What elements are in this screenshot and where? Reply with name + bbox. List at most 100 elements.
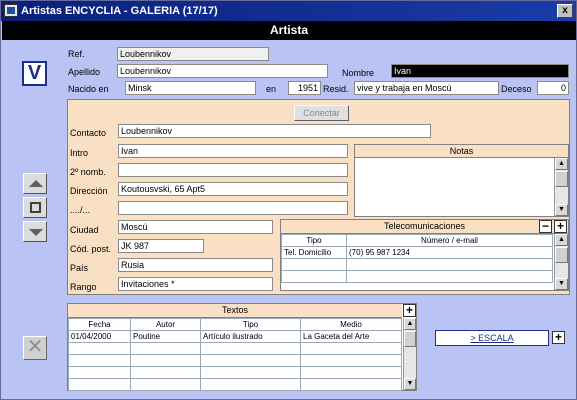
square-icon[interactable] [23, 197, 47, 218]
ciudad-label: Ciudad [70, 225, 99, 235]
close-icon[interactable]: x [557, 4, 573, 18]
telecom-col-numero: Número / e-mail [346, 234, 553, 247]
conectar-button[interactable]: Conectar [294, 105, 349, 121]
textos-col-tipo: Tipo [200, 318, 301, 331]
nomb2-field[interactable] [118, 163, 348, 177]
ciudad-field[interactable]: Moscú [118, 220, 273, 234]
resid-field[interactable]: vive y trabaja en Moscú [354, 81, 499, 95]
v-icon[interactable]: V [22, 61, 47, 86]
scroll-thumb[interactable] [555, 247, 568, 263]
scroll-down-icon[interactable]: ▼ [555, 278, 568, 290]
escala-link[interactable]: > ESCALA [435, 330, 549, 346]
intro-field[interactable]: Ivan [118, 144, 348, 158]
telecom-cell [346, 270, 553, 283]
app-icon [4, 4, 18, 17]
notas-box: Notas ▲ ▼ [354, 144, 569, 217]
page-title: Artista [2, 21, 576, 40]
en-label: en [266, 84, 277, 94]
textos-cell [68, 354, 131, 367]
arrow-up-icon[interactable] [23, 173, 47, 194]
ref-field[interactable]: Loubennikov [117, 47, 269, 61]
pais-field[interactable]: Rusia [118, 258, 273, 272]
textos-cell [300, 378, 402, 391]
scroll-up-icon[interactable]: ▲ [555, 158, 568, 170]
textos-cell: 01/04/2000 [68, 330, 131, 343]
deceso-field[interactable]: 0 [537, 81, 569, 95]
textos-table: Fecha Autor Tipo Medio 01/04/2000 Poutin… [68, 318, 402, 391]
resid-label: Resid. [323, 84, 349, 94]
notas-title: Notas [355, 145, 568, 158]
table-row[interactable] [68, 378, 402, 391]
square-glyph [30, 202, 41, 213]
textos-cell [200, 378, 301, 391]
codpost-field[interactable]: JK 987 [118, 239, 204, 253]
textos-cell [68, 366, 131, 379]
telecom-cell: Tel. Domicilio [281, 246, 347, 259]
table-row[interactable]: 01/04/2000 Poutine Artículo ilustrado La… [68, 330, 402, 343]
textos-col-medio: Medio [300, 318, 402, 331]
scroll-up-icon[interactable]: ▲ [404, 318, 416, 330]
textos-cell: La Gaceta del Arte [300, 330, 402, 343]
textos-cell [200, 342, 301, 355]
telecom-title: Telecomunicaciones [281, 220, 568, 234]
table-row[interactable] [68, 342, 402, 355]
notas-scrollbar[interactable]: ▲ ▼ [554, 158, 568, 216]
nombre-field[interactable]: Ivan [391, 64, 569, 78]
year-field[interactable]: 1951 [288, 81, 321, 95]
arrow-down-icon[interactable] [23, 221, 47, 242]
rango-label: Rango [70, 282, 97, 292]
apellido-field[interactable]: Loubennikov [117, 64, 328, 78]
textos-cell: Poutine [130, 330, 201, 343]
title-bar: Artistas ENCYCLIA - GALERIA (17/17) x [1, 1, 576, 21]
nomb2-label: 2º nomb. [70, 167, 106, 177]
minus-icon[interactable]: − [539, 220, 552, 233]
textos-cell: Artículo ilustrado [200, 330, 301, 343]
nacido-field[interactable]: Minsk [125, 81, 256, 95]
main-window: Artistas ENCYCLIA - GALERIA (17/17) x Ar… [0, 0, 577, 400]
intro-label: Intro [70, 148, 89, 158]
deceso-label: Deceso [501, 84, 532, 94]
plus-icon[interactable]: + [554, 220, 567, 233]
telecom-cell: (70) 95 987 1234 [346, 246, 553, 259]
nombre-label: Nombre [342, 68, 375, 78]
textos-cell [300, 366, 402, 379]
textos-col-fecha: Fecha [68, 318, 131, 331]
plus-icon[interactable]: + [403, 304, 416, 317]
notas-textarea[interactable] [355, 158, 553, 216]
scroll-thumb[interactable] [555, 171, 568, 187]
telecom-table: Tipo Número / e-mail Tel. Domicilio (70) 9… [281, 234, 553, 283]
table-row[interactable] [281, 258, 553, 271]
pais-label: País [70, 263, 89, 273]
table-row[interactable]: Tel. Domicilio (70) 95 987 1234 [281, 246, 553, 259]
scroll-thumb[interactable] [404, 331, 416, 347]
contacto-field[interactable]: Loubennikov [118, 124, 431, 138]
textos-title: Textos [68, 304, 402, 318]
table-row[interactable] [281, 270, 553, 283]
direccion-field[interactable]: Koutousvski, 65 Apt5 [118, 182, 348, 196]
telecom-box: Telecomunicaciones − + Tipo Número / e-ma… [280, 219, 569, 291]
textos-col-autor: Autor [130, 318, 201, 331]
delete-x-icon[interactable]: ✕ [23, 336, 47, 360]
table-row[interactable] [68, 366, 402, 379]
rango-field[interactable]: Invitaciones * [118, 277, 273, 291]
dir2-field[interactable] [118, 201, 348, 215]
arrow-down-glyph [29, 229, 43, 236]
telecom-cell [346, 258, 553, 271]
scroll-down-icon[interactable]: ▼ [555, 204, 568, 216]
table-row[interactable] [68, 354, 402, 367]
telecom-scrollbar[interactable]: ▲ ▼ [554, 234, 568, 290]
codpost-label: Cód. post. [70, 244, 112, 254]
textos-cell [300, 342, 402, 355]
textos-cell [68, 378, 131, 391]
textos-cell [130, 342, 201, 355]
window-title: Artistas ENCYCLIA - GALERIA (17/17) [21, 5, 218, 17]
scroll-down-icon[interactable]: ▼ [404, 378, 416, 390]
arrow-up-glyph [29, 180, 43, 187]
plus-icon[interactable]: + [552, 331, 565, 344]
textos-scrollbar[interactable]: ▲ ▼ [403, 318, 416, 390]
textos-cell [300, 354, 402, 367]
scroll-up-icon[interactable]: ▲ [555, 234, 568, 246]
textos-box: Textos + Fecha Autor Tipo Medio 01/04/20… [67, 303, 417, 391]
apellido-label: Apellido [68, 67, 101, 77]
dir2-label: ..../... [70, 205, 91, 215]
